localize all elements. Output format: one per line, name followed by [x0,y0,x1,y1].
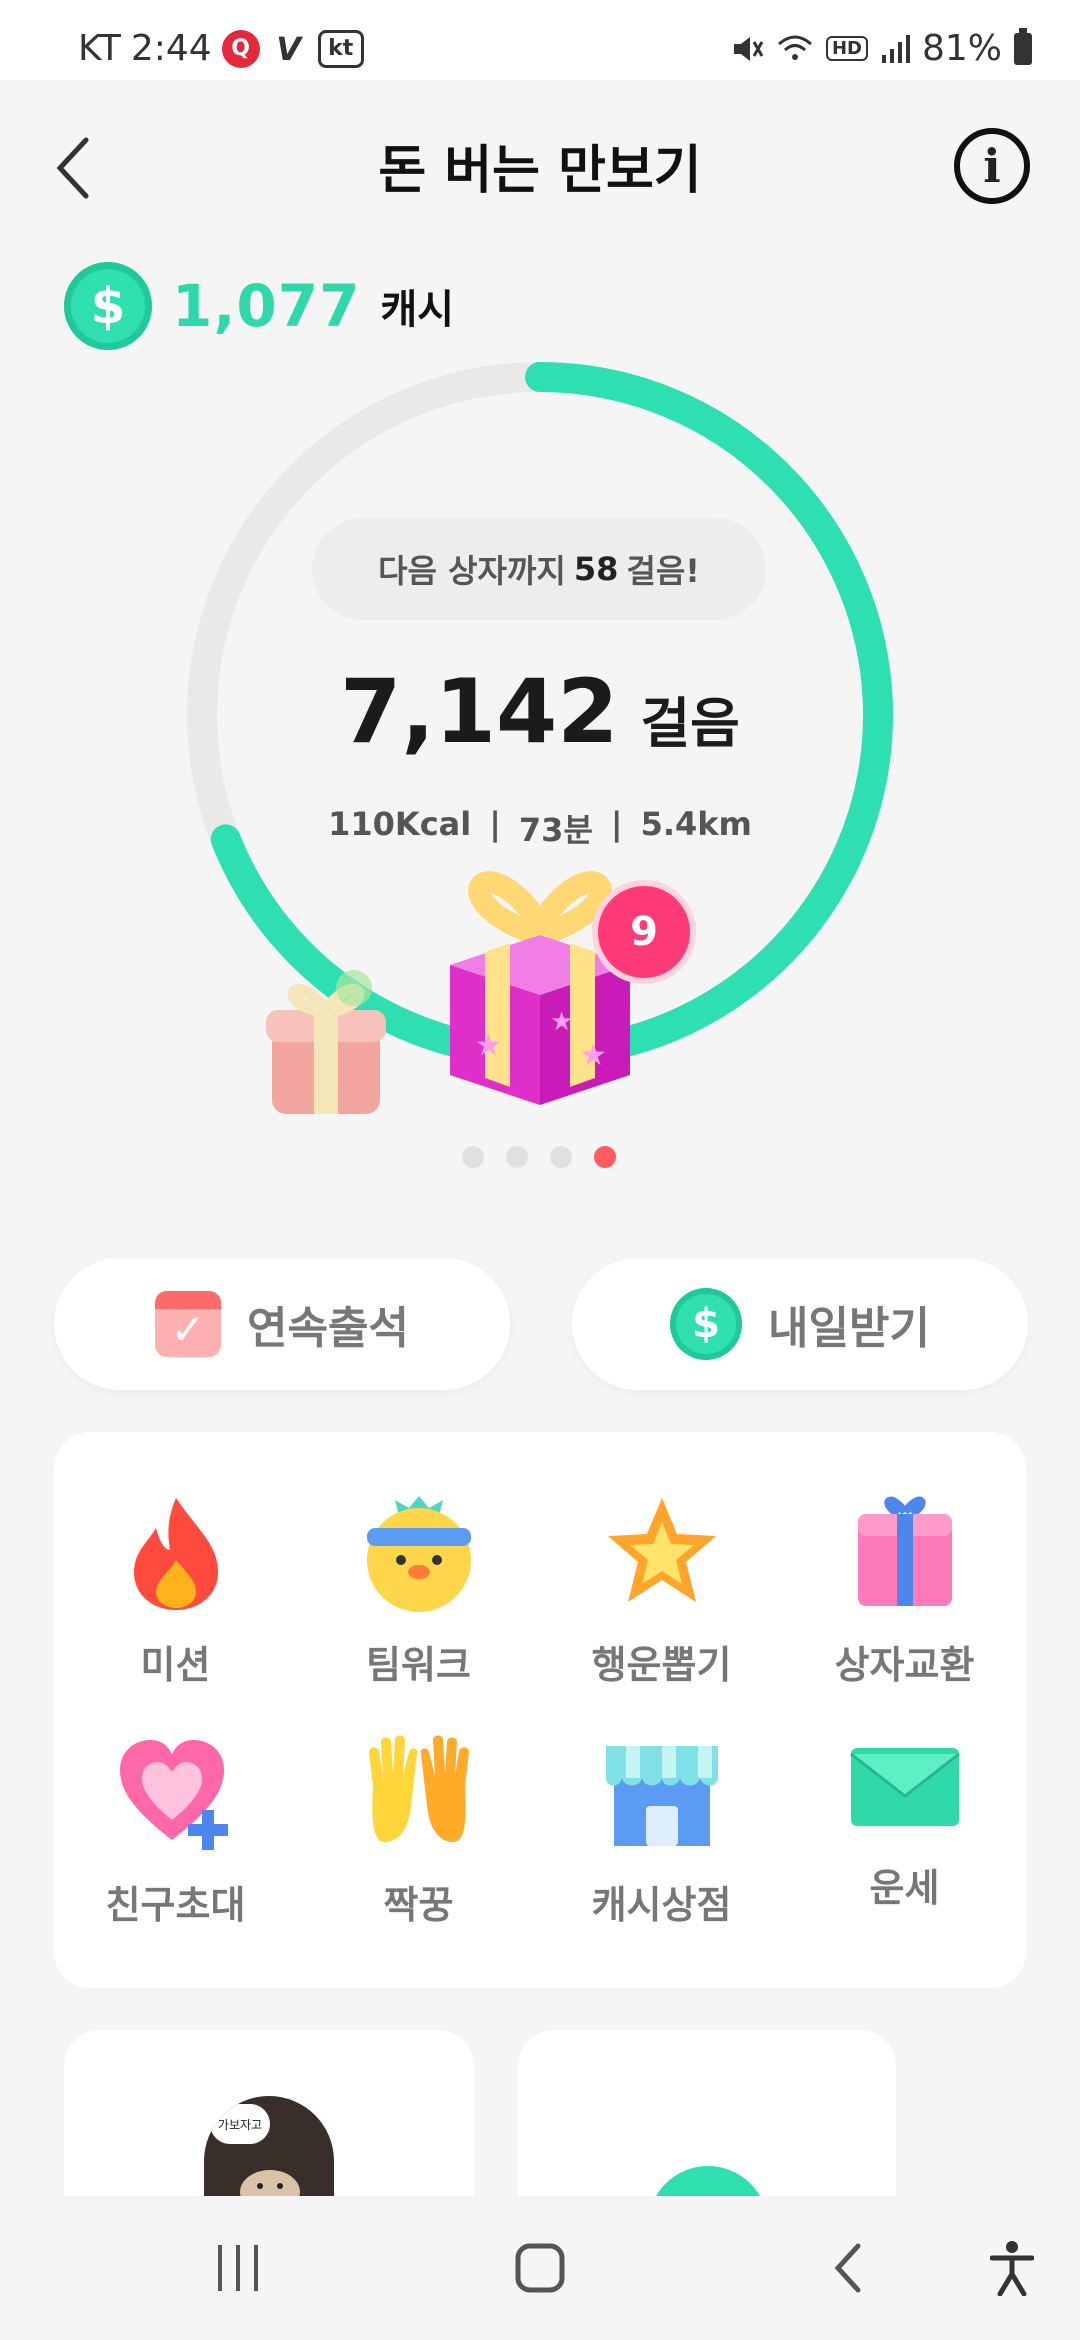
page-indicator [462,1146,616,1168]
tomorrow-label: 내일받기 [768,1303,930,1354]
mute-icon [733,36,764,61]
chevron-left-icon [834,2243,861,2293]
menu-item-cash-store[interactable]: 캐시상점 [540,1672,783,1927]
cash-unit: 캐시 [380,287,455,333]
heart-plus-icon [116,1732,236,1852]
attendance-label: 연속출석 [247,1303,409,1354]
home-icon [515,2243,565,2293]
next-box-steps: 58 [573,550,619,588]
store-icon [602,1732,722,1852]
carrier-label: KT [78,28,121,69]
activity-metrics: 110Kcal | 73분 | 5.4km [0,805,1080,851]
status-left: KT 2:44 Q V kt [78,28,364,69]
steps-unit: 걸음 [640,692,740,755]
recent-apps-button[interactable] [208,2236,268,2300]
menu-label: 운세 [869,1866,940,1910]
gift-count-badge: 9 [592,880,696,984]
kt-app-icon: kt [317,29,364,68]
status-right: HD 81% [730,27,1032,69]
hd-icon: HD [825,36,868,61]
menu-item-box-exchange[interactable]: 상자교환 [783,1432,1026,1687]
steps-number: 7,142 [340,660,619,763]
envelope-icon [845,1732,965,1835]
svg-text:★: ★ [475,1028,502,1063]
distance-value: 5.4km [640,805,752,843]
fire-icon [116,1492,236,1612]
tomorrow-button[interactable]: $ 내일받기 [572,1258,1028,1390]
high-five-icon [359,1732,479,1852]
battery-icon [1014,27,1032,65]
page-dot[interactable] [462,1146,484,1168]
accessibility-button[interactable] [982,2236,1042,2300]
feature-menu: 미션 팀워크 행운뽑기 상자교환 친구초대 짝꿍 캐시상점 운세 [54,1432,1026,1988]
v-app-icon: V [276,29,302,68]
home-button[interactable] [510,2236,570,2300]
menu-label: 캐시상점 [591,1883,732,1927]
menu-item-fortune[interactable]: 운세 [783,1672,1026,1912]
recent-apps-icon [218,2245,258,2291]
menu-label: 친구초대 [105,1883,246,1927]
next-box-pill: 다음 상자까지 58 걸음! [312,518,766,620]
menu-item-lucky-draw[interactable]: 행운뽑기 [540,1432,783,1687]
accessibility-icon [990,2241,1034,2296]
metric-separator: | [489,805,501,843]
wifi-icon [777,35,812,60]
small-gift-icon[interactable] [256,960,396,1120]
next-box-suffix: 걸음! [626,552,700,590]
chick-icon [359,1492,479,1612]
menu-item-teamwork[interactable]: 팀워크 [297,1432,540,1687]
cash-amount: 1,077 [172,272,361,340]
minutes-value: 73분 [518,811,593,849]
clock: 2:44 [130,28,212,69]
step-count: 7,142 걸음 [0,660,1080,763]
metric-separator: | [610,805,623,843]
menu-item-mission[interactable]: 미션 [54,1432,297,1687]
nav-back-button[interactable] [818,2236,878,2300]
coin-icon: $ [64,262,152,350]
battery-percent: 81% [921,28,1002,69]
page-title: 돈 버는 만보기 [378,141,702,201]
info-button[interactable]: i [954,128,1030,204]
star-icon [602,1492,722,1612]
page-dot-active[interactable] [594,1146,616,1168]
gift-box-icon [845,1492,965,1612]
status-bar: KT 2:44 Q V kt HD 81% [0,0,1080,80]
info-icon: i [983,139,1001,193]
svg-text:★: ★ [580,1038,607,1073]
q-app-icon: Q [221,29,260,68]
coin-icon: $ [670,1288,743,1360]
cash-balance: $ 1,077 캐시 [64,262,454,350]
menu-label: 짝꿍 [383,1883,454,1927]
navigation-bar [0,2196,1080,2340]
calendar-check-icon [155,1291,222,1357]
signal-icon [881,34,910,63]
menu-item-invite-friend[interactable]: 친구초대 [54,1672,297,1927]
menu-item-buddy[interactable]: 짝꿍 [297,1672,540,1927]
attendance-button[interactable]: 연속출석 [54,1258,510,1390]
svg-text:★: ★ [550,1007,573,1037]
page-dot[interactable] [506,1146,528,1168]
page-dot[interactable] [550,1146,572,1168]
kcal-value: 110Kcal [328,805,472,843]
next-box-prefix: 다음 상자까지 [378,552,566,590]
